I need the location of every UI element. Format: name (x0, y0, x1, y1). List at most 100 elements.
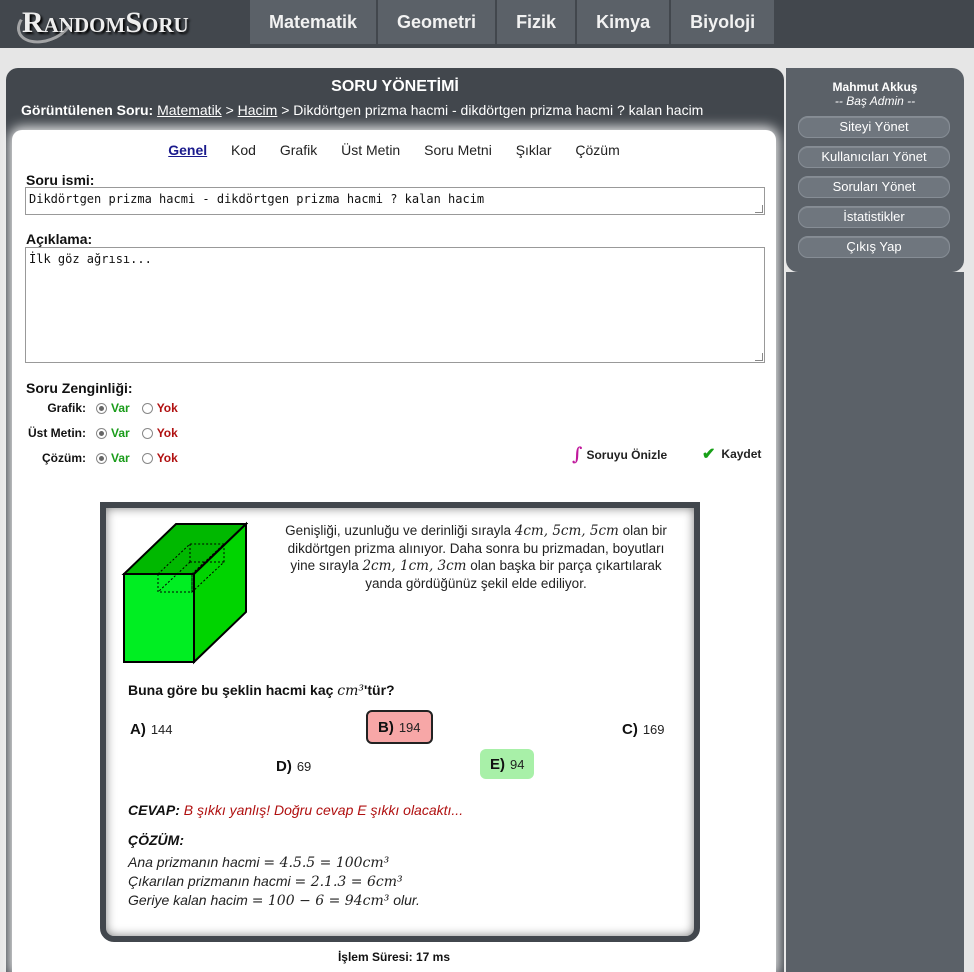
question-line: yine sırayla 2cm, 1cm, 3cm olan başka bi… (276, 557, 676, 575)
question-line: dikdörtgen prizma alınıyor. Daha sonra b… (287, 541, 665, 556)
top-bar: RandomSoru Matematik Geometri Fizik Kimy… (0, 0, 974, 51)
radio-yok-cozum[interactable] (141, 452, 153, 464)
radio-yok-label: Yok (156, 451, 178, 465)
nav-item-matematik[interactable]: Matematik (250, 0, 379, 44)
option-b-selected-wrong[interactable]: B) 194 (366, 710, 433, 744)
radio-row-label: Çözüm: (42, 451, 86, 465)
breadcrumb-current: > Dikdörtgen prizma hacmi - dikdörtgen p… (281, 102, 704, 118)
tab-grafik[interactable]: Grafik (280, 142, 317, 158)
option-c[interactable]: C) 169 (612, 714, 675, 744)
question-prompt: Buna göre bu şeklin hacmi kaç cm³'tür? (128, 682, 395, 699)
resize-handle-icon[interactable] (755, 205, 763, 213)
integral-icon: ∫ (572, 444, 583, 465)
radio-row-cozum: Çözüm: Var Yok (26, 451, 178, 465)
tab-kod[interactable]: Kod (231, 142, 256, 158)
breadcrumb-link-hacim[interactable]: Hacim (238, 102, 278, 118)
math-segment: 2cm, 1cm, 3cm (362, 558, 467, 574)
soru-ismi-input[interactable]: Dikdörtgen prizma hacmi - dikdörtgen pri… (25, 187, 765, 215)
sidebar-button-istatistikler[interactable]: İstatistikler (798, 206, 950, 228)
radio-yok-label: Yok (156, 426, 178, 440)
soru-zenginligi-label: Soru Zenginliği: (26, 380, 133, 396)
aciklama-label: Açıklama: (26, 231, 93, 247)
nav-item-biyoloji[interactable]: Biyoloji (671, 0, 777, 44)
text-segment: Buna göre bu şeklin hacmi kaç (128, 682, 338, 698)
save-button[interactable]: ✔ Kaydet (702, 444, 761, 464)
sidebar-background (786, 272, 964, 972)
aciklama-textarea[interactable]: İlk göz ağrısı... (25, 247, 765, 363)
radio-yok-ust-metin[interactable] (141, 427, 153, 439)
sidebar-button-cikis-yap[interactable]: Çıkış Yap (798, 236, 950, 258)
sidebar-button-kullanicilari-yonet[interactable]: Kullanıcıları Yönet (798, 146, 950, 168)
aciklama-value: İlk göz ağrısı... (29, 252, 152, 266)
soru-ismi-value: Dikdörtgen prizma hacmi - dikdörtgen pri… (29, 192, 485, 206)
solution-line-2: Çıkarılan prizmanın hacmi = 2.1.3 = 6cm³ (128, 873, 403, 890)
text-segment: yine sırayla (290, 558, 363, 573)
text-segment: Ana prizmanın hacmi (128, 854, 264, 870)
tab-ust-metin[interactable]: Üst Metin (341, 142, 400, 158)
text-segment: 'tür? (364, 682, 395, 698)
tab-soru-metni[interactable]: Soru Metni (424, 142, 492, 158)
radio-var-ust-metin[interactable] (96, 427, 107, 439)
option-letter: A) (130, 720, 146, 738)
tab-siklar[interactable]: Şıklar (516, 142, 552, 158)
check-icon: ✔ (702, 446, 716, 463)
option-letter: D) (276, 757, 292, 775)
tab-cozum[interactable]: Çözüm (575, 142, 619, 158)
nav-item-geometri[interactable]: Geometri (378, 0, 498, 44)
math-segment: = 4.5.5 = 100cm³ (263, 855, 390, 871)
solution-line-3: Geriye kalan hacim = 100 − 6 = 94cm³ olu… (128, 892, 420, 909)
option-letter: B) (378, 718, 394, 736)
option-value: 194 (398, 719, 421, 735)
sidebar-button-sorulari-yonet[interactable]: Soruları Yönet (798, 176, 950, 198)
nav-item-fizik[interactable]: Fizik (497, 0, 578, 44)
page-title: SORU YÖNETİMİ (331, 78, 459, 95)
radio-row-ust-metin: Üst Metin: Var Yok (26, 426, 178, 440)
math-segment: 4cm, 5cm, 5cm (514, 523, 619, 539)
answer-label: CEVAP: (128, 802, 180, 818)
processing-time: İşlem Süresi: 17 ms (337, 950, 451, 964)
tab-genel[interactable]: Genel (168, 142, 207, 158)
radio-var-label: Var (111, 426, 130, 440)
math-segment: cm³ (337, 683, 365, 699)
solution-title: ÇÖZÜM: (128, 832, 184, 848)
site-logo[interactable]: RandomSoru (11, 0, 189, 51)
math-segment: = 2.1.3 = 6cm³ (294, 874, 403, 890)
save-label: Kaydet (721, 447, 762, 461)
option-a[interactable]: A) 144 (120, 714, 183, 744)
breadcrumb-separator: > (225, 102, 234, 118)
question-intro-text: Genişliği, uzunluğu ve derinliği sırayla… (276, 522, 676, 592)
sidebar-button-siteyi-yonet[interactable]: Siteyi Yönet (798, 116, 950, 138)
radio-var-grafik[interactable] (96, 402, 107, 414)
math-segment: = 100 − 6 = 94cm³ (251, 893, 390, 909)
radio-yok-label: Yok (156, 401, 178, 415)
nav-item-kimya[interactable]: Kimya (577, 0, 672, 44)
radio-var-label: Var (111, 401, 130, 415)
question-preview: Genişliği, uzunluğu ve derinliği sırayla… (100, 502, 700, 942)
prism-figure (121, 521, 248, 665)
text-segment: Geriye kalan hacim (128, 892, 252, 908)
text-segment: olan başka bir parça çıkartılarak (466, 558, 662, 573)
preview-label: Soruyu Önizle (586, 447, 668, 462)
option-letter: C) (622, 720, 638, 738)
content-panel: Genel Kod Grafik Üst Metin Soru Metni Şı… (12, 130, 776, 972)
user-name: Mahmut Akkuş (832, 80, 918, 94)
resize-handle-icon[interactable] (755, 353, 763, 361)
user-role: -- Baş Admin -- (834, 94, 916, 108)
radio-var-cozum[interactable] (96, 452, 107, 464)
main-nav: Matematik Geometri Fizik Kimya Biyoloji (250, 0, 777, 44)
radio-yok-grafik[interactable] (141, 402, 153, 414)
option-value: 144 (150, 721, 173, 737)
tab-bar: Genel Kod Grafik Üst Metin Soru Metni Şı… (12, 142, 776, 158)
option-e-correct[interactable]: E) 94 (480, 749, 535, 779)
option-value: 69 (296, 758, 312, 774)
text-segment: olur. (389, 892, 420, 908)
option-d[interactable]: D) 69 (266, 751, 321, 781)
breadcrumb-link-matematik[interactable]: Matematik (157, 102, 222, 118)
breadcrumb-prefix: Görüntülenen Soru: (21, 102, 154, 118)
answer-feedback: CEVAP: B şıkkı yanlış! Doğru cevap E şık… (128, 802, 463, 818)
radio-var-label: Var (111, 451, 130, 465)
radio-row-grafik: Grafik: Var Yok (26, 401, 178, 415)
soru-ismi-label: Soru ismi: (26, 172, 95, 188)
preview-button[interactable]: ∫ Soruyu Önizle (572, 444, 667, 465)
radio-row-label: Üst Metin: (28, 426, 86, 440)
